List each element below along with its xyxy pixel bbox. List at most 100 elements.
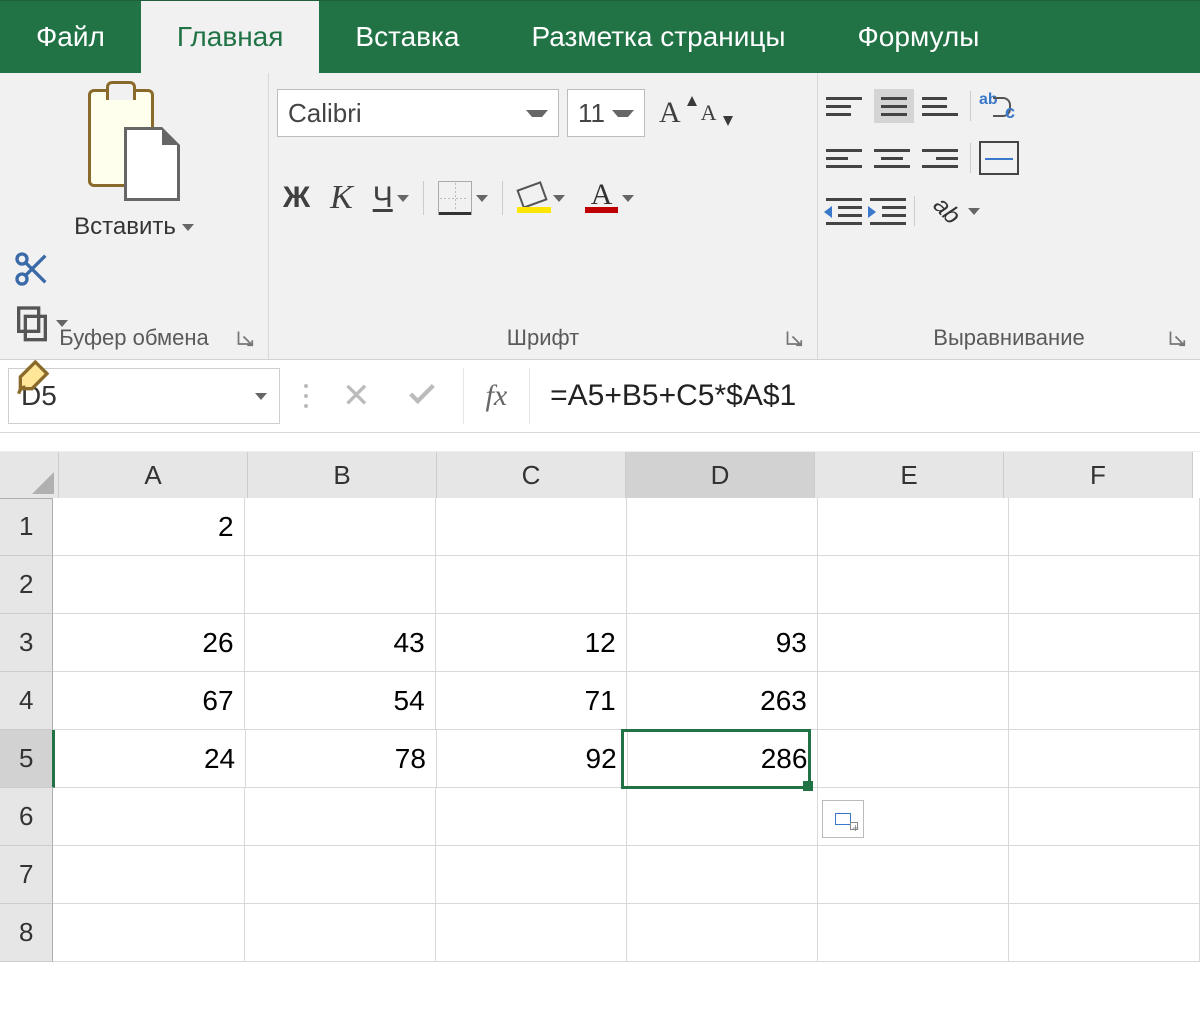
bold-button[interactable]: Ж bbox=[277, 177, 316, 219]
col-header-F[interactable]: F bbox=[1004, 452, 1193, 499]
align-left-button[interactable] bbox=[826, 143, 866, 173]
cell-E8[interactable] bbox=[818, 904, 1009, 962]
cell-F2[interactable] bbox=[1009, 556, 1200, 614]
dialog-launcher-icon[interactable] bbox=[1168, 329, 1188, 349]
cell-A8[interactable] bbox=[53, 904, 244, 962]
font-name-combo[interactable]: Calibri bbox=[277, 89, 559, 137]
wrap-text-button[interactable]: ab c bbox=[979, 91, 1015, 121]
tab-formulas[interactable]: Формулы bbox=[822, 1, 1016, 73]
dialog-launcher-icon[interactable] bbox=[236, 329, 256, 349]
decrease-indent-button[interactable] bbox=[826, 196, 862, 226]
cell-C1[interactable] bbox=[436, 498, 627, 556]
cell-D6[interactable] bbox=[627, 788, 818, 846]
cell-D3[interactable]: 93 bbox=[627, 614, 818, 672]
col-header-D[interactable]: D bbox=[626, 452, 815, 501]
borders-button[interactable] bbox=[432, 177, 494, 219]
italic-button[interactable]: К bbox=[324, 175, 359, 221]
cell-B8[interactable] bbox=[245, 904, 436, 962]
cell-E7[interactable] bbox=[818, 846, 1009, 904]
col-header-B[interactable]: B bbox=[248, 452, 437, 499]
row-header-7[interactable]: 7 bbox=[0, 846, 53, 904]
cell-D7[interactable] bbox=[627, 846, 818, 904]
cell-C2[interactable] bbox=[436, 556, 627, 614]
cell-A5[interactable]: 24 bbox=[55, 730, 246, 788]
tab-insert[interactable]: Вставка bbox=[319, 1, 495, 73]
row-header-6[interactable]: 6 bbox=[0, 788, 53, 846]
cell-B3[interactable]: 43 bbox=[245, 614, 436, 672]
cell-F6[interactable] bbox=[1009, 788, 1200, 846]
tab-file[interactable]: Файл bbox=[0, 1, 141, 73]
cell-F8[interactable] bbox=[1009, 904, 1200, 962]
cell-F5[interactable] bbox=[1009, 730, 1200, 788]
row-header-1[interactable]: 1 bbox=[0, 498, 53, 556]
drag-handle-icon[interactable] bbox=[304, 384, 308, 408]
cell-E2[interactable] bbox=[818, 556, 1009, 614]
increase-font-size-button[interactable]: A bbox=[653, 92, 687, 134]
row-header-5[interactable]: 5 bbox=[0, 730, 55, 788]
autofill-options-button[interactable]: + bbox=[822, 800, 864, 838]
cell-C5[interactable]: 92 bbox=[437, 730, 628, 788]
cell-D2[interactable] bbox=[627, 556, 818, 614]
cell-B7[interactable] bbox=[245, 846, 436, 904]
row-header-4[interactable]: 4 bbox=[0, 672, 53, 730]
cell-F4[interactable] bbox=[1009, 672, 1200, 730]
align-center-button[interactable] bbox=[874, 143, 914, 173]
col-header-A[interactable]: A bbox=[59, 452, 248, 499]
row-header-2[interactable]: 2 bbox=[0, 556, 53, 614]
cell-A4[interactable]: 67 bbox=[53, 672, 244, 730]
insert-function-button[interactable]: fx bbox=[464, 368, 531, 424]
tab-home[interactable]: Главная bbox=[141, 1, 320, 73]
cell-C7[interactable] bbox=[436, 846, 627, 904]
cell-C6[interactable] bbox=[436, 788, 627, 846]
cell-B5[interactable]: 78 bbox=[246, 730, 437, 788]
cell-A2[interactable] bbox=[53, 556, 244, 614]
col-header-C[interactable]: C bbox=[437, 452, 626, 499]
cell-A7[interactable] bbox=[53, 846, 244, 904]
cell-B4[interactable]: 54 bbox=[245, 672, 436, 730]
orientation-button[interactable]: ab bbox=[923, 193, 986, 229]
col-header-E[interactable]: E bbox=[815, 452, 1004, 499]
worksheet-grid[interactable]: ABCDEF 122326431293467547126352478922866… bbox=[0, 452, 1200, 962]
cell-F7[interactable] bbox=[1009, 846, 1200, 904]
cell-A1[interactable]: 2 bbox=[53, 498, 244, 556]
cell-B6[interactable] bbox=[245, 788, 436, 846]
cell-A6[interactable] bbox=[53, 788, 244, 846]
cell-E1[interactable] bbox=[818, 498, 1009, 556]
merge-cells-button[interactable] bbox=[979, 141, 1019, 175]
cell-E4[interactable] bbox=[818, 672, 1009, 730]
cell-D8[interactable] bbox=[627, 904, 818, 962]
align-top-button[interactable] bbox=[826, 91, 866, 121]
cell-F3[interactable] bbox=[1009, 614, 1200, 672]
formula-input[interactable] bbox=[530, 368, 1192, 424]
cell-E5[interactable] bbox=[818, 730, 1009, 788]
paste-button[interactable]: Вставить bbox=[74, 213, 194, 241]
font-color-button[interactable]: А bbox=[579, 179, 641, 217]
font-size-combo[interactable]: 11 bbox=[567, 89, 645, 137]
increase-indent-button[interactable] bbox=[870, 196, 906, 226]
row-header-8[interactable]: 8 bbox=[0, 904, 53, 962]
cell-D1[interactable] bbox=[627, 498, 818, 556]
align-middle-button[interactable] bbox=[874, 89, 914, 123]
align-bottom-button[interactable] bbox=[922, 91, 962, 121]
paste-icon[interactable] bbox=[88, 89, 180, 201]
cell-B2[interactable] bbox=[245, 556, 436, 614]
row-header-3[interactable]: 3 bbox=[0, 614, 53, 672]
cell-E3[interactable] bbox=[818, 614, 1009, 672]
cell-D4[interactable]: 263 bbox=[627, 672, 818, 730]
underline-button[interactable]: Ч bbox=[367, 177, 415, 219]
cell-C3[interactable]: 12 bbox=[436, 614, 627, 672]
cell-F1[interactable] bbox=[1009, 498, 1200, 556]
format-painter-button[interactable] bbox=[12, 355, 250, 399]
decrease-font-size-button[interactable]: A bbox=[695, 96, 723, 130]
cell-C8[interactable] bbox=[436, 904, 627, 962]
align-right-button[interactable] bbox=[922, 143, 962, 173]
cell-B1[interactable] bbox=[245, 498, 436, 556]
fill-color-button[interactable] bbox=[511, 179, 571, 217]
dialog-launcher-icon[interactable] bbox=[785, 329, 805, 349]
cut-button[interactable] bbox=[12, 247, 250, 291]
select-all-corner[interactable] bbox=[0, 452, 59, 499]
cell-C4[interactable]: 71 bbox=[436, 672, 627, 730]
cell-D5[interactable]: 286 bbox=[628, 730, 819, 788]
cell-A3[interactable]: 26 bbox=[53, 614, 244, 672]
tab-page-layout[interactable]: Разметка страницы bbox=[496, 1, 822, 73]
